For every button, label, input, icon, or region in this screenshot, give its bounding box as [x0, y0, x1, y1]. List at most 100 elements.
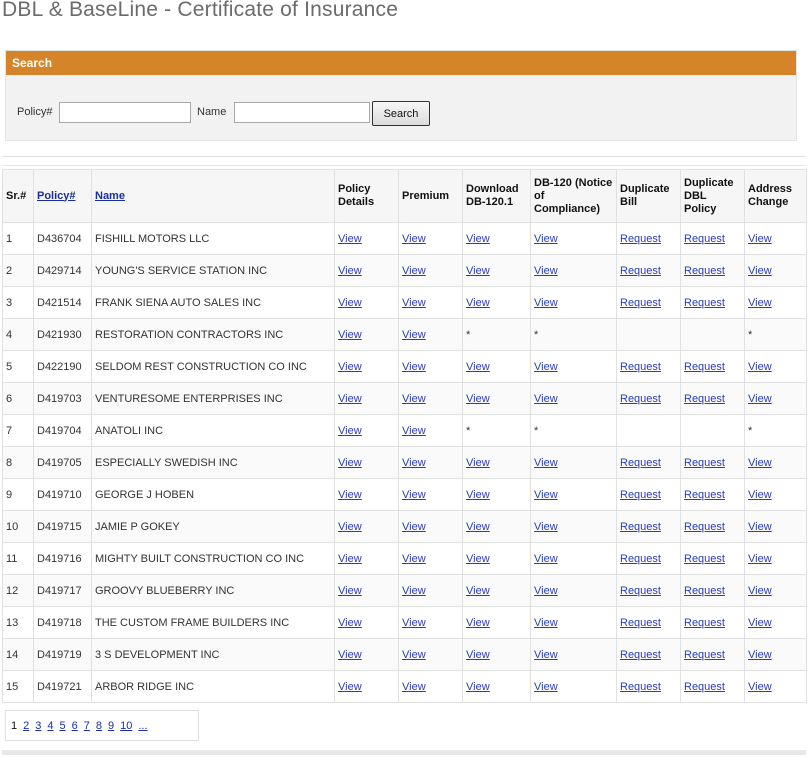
duplicate-bill-link[interactable]: Request — [620, 361, 661, 373]
policy-details-link[interactable]: View — [338, 521, 362, 533]
address-change-link[interactable]: View — [748, 265, 772, 277]
pager-page-link[interactable]: 2 — [23, 720, 29, 732]
duplicate-dbl-link[interactable]: Request — [684, 265, 725, 277]
db120-notice-link[interactable]: View — [534, 585, 558, 597]
duplicate-bill-link[interactable]: Request — [620, 521, 661, 533]
download-db120-1-link[interactable]: View — [466, 393, 490, 405]
sort-policy-link[interactable]: Policy# — [37, 190, 76, 202]
duplicate-dbl-link[interactable]: Request — [684, 233, 725, 245]
address-change-link[interactable]: View — [748, 617, 772, 629]
policy-details-link[interactable]: View — [338, 329, 362, 341]
pager-page-link[interactable]: 6 — [72, 720, 78, 732]
pager-page-link[interactable]: 3 — [35, 720, 41, 732]
search-button[interactable]: Search — [372, 101, 430, 126]
download-db120-1-link[interactable]: View — [466, 361, 490, 373]
address-change-link[interactable]: View — [748, 521, 772, 533]
duplicate-dbl-link[interactable]: Request — [684, 585, 725, 597]
address-change-link[interactable]: View — [748, 361, 772, 373]
address-change-link[interactable]: View — [748, 489, 772, 501]
pager-page-link[interactable]: 5 — [60, 720, 66, 732]
pager-more-link[interactable]: ... — [138, 720, 147, 732]
db120-notice-link[interactable]: View — [534, 553, 558, 565]
pager-page-link[interactable]: 9 — [108, 720, 114, 732]
policy-details-link[interactable]: View — [338, 425, 362, 437]
duplicate-dbl-link[interactable]: Request — [684, 681, 725, 693]
premium-link[interactable]: View — [402, 457, 426, 469]
address-change-link[interactable]: View — [748, 297, 772, 309]
col-header-policy[interactable]: Policy# — [33, 169, 92, 223]
pager-page-link[interactable]: 10 — [120, 720, 132, 732]
db120-notice-link[interactable]: View — [534, 521, 558, 533]
duplicate-bill-link[interactable]: Request — [620, 393, 661, 405]
db120-notice-link[interactable]: View — [534, 457, 558, 469]
pager-page-link[interactable]: 4 — [47, 720, 53, 732]
address-change-link[interactable]: View — [748, 585, 772, 597]
address-change-link[interactable]: View — [748, 233, 772, 245]
download-db120-1-link[interactable]: View — [466, 585, 490, 597]
duplicate-dbl-link[interactable]: Request — [684, 361, 725, 373]
policy-details-link[interactable]: View — [338, 393, 362, 405]
download-db120-1-link[interactable]: View — [466, 489, 490, 501]
premium-link[interactable]: View — [402, 297, 426, 309]
db120-notice-link[interactable]: View — [534, 233, 558, 245]
policy-details-link[interactable]: View — [338, 585, 362, 597]
name-input[interactable] — [234, 102, 370, 123]
duplicate-dbl-link[interactable]: Request — [684, 457, 725, 469]
db120-notice-link[interactable]: View — [534, 297, 558, 309]
db120-notice-link[interactable]: View — [534, 617, 558, 629]
db120-notice-link[interactable]: View — [534, 361, 558, 373]
duplicate-bill-link[interactable]: Request — [620, 233, 661, 245]
policy-input[interactable] — [59, 102, 191, 123]
pager-page-link[interactable]: 7 — [84, 720, 90, 732]
duplicate-dbl-link[interactable]: Request — [684, 553, 725, 565]
sort-name-link[interactable]: Name — [95, 190, 125, 202]
address-change-link[interactable]: View — [748, 649, 772, 661]
premium-link[interactable]: View — [402, 553, 426, 565]
policy-details-link[interactable]: View — [338, 233, 362, 245]
duplicate-bill-link[interactable]: Request — [620, 649, 661, 661]
policy-details-link[interactable]: View — [338, 457, 362, 469]
duplicate-bill-link[interactable]: Request — [620, 681, 661, 693]
policy-details-link[interactable]: View — [338, 681, 362, 693]
duplicate-dbl-link[interactable]: Request — [684, 393, 725, 405]
duplicate-bill-link[interactable]: Request — [620, 553, 661, 565]
duplicate-dbl-link[interactable]: Request — [684, 649, 725, 661]
premium-link[interactable]: View — [402, 361, 426, 373]
duplicate-dbl-link[interactable]: Request — [684, 521, 725, 533]
duplicate-bill-link[interactable]: Request — [620, 585, 661, 597]
address-change-link[interactable]: View — [748, 553, 772, 565]
premium-link[interactable]: View — [402, 649, 426, 661]
premium-link[interactable]: View — [402, 521, 426, 533]
db120-notice-link[interactable]: View — [534, 393, 558, 405]
download-db120-1-link[interactable]: View — [466, 617, 490, 629]
download-db120-1-link[interactable]: View — [466, 457, 490, 469]
premium-link[interactable]: View — [402, 393, 426, 405]
duplicate-bill-link[interactable]: Request — [620, 489, 661, 501]
download-db120-1-link[interactable]: View — [466, 233, 490, 245]
premium-link[interactable]: View — [402, 425, 426, 437]
policy-details-link[interactable]: View — [338, 297, 362, 309]
address-change-link[interactable]: View — [748, 457, 772, 469]
db120-notice-link[interactable]: View — [534, 649, 558, 661]
db120-notice-link[interactable]: View — [534, 489, 558, 501]
policy-details-link[interactable]: View — [338, 649, 362, 661]
download-db120-1-link[interactable]: View — [466, 553, 490, 565]
premium-link[interactable]: View — [402, 681, 426, 693]
duplicate-bill-link[interactable]: Request — [620, 617, 661, 629]
policy-details-link[interactable]: View — [338, 489, 362, 501]
download-db120-1-link[interactable]: View — [466, 649, 490, 661]
download-db120-1-link[interactable]: View — [466, 521, 490, 533]
premium-link[interactable]: View — [402, 233, 426, 245]
premium-link[interactable]: View — [402, 617, 426, 629]
address-change-link[interactable]: View — [748, 393, 772, 405]
col-header-name[interactable]: Name — [91, 169, 335, 223]
policy-details-link[interactable]: View — [338, 617, 362, 629]
premium-link[interactable]: View — [402, 585, 426, 597]
duplicate-dbl-link[interactable]: Request — [684, 489, 725, 501]
download-db120-1-link[interactable]: View — [466, 265, 490, 277]
duplicate-bill-link[interactable]: Request — [620, 297, 661, 309]
pager-page-link[interactable]: 8 — [96, 720, 102, 732]
address-change-link[interactable]: View — [748, 681, 772, 693]
policy-details-link[interactable]: View — [338, 361, 362, 373]
download-db120-1-link[interactable]: View — [466, 681, 490, 693]
